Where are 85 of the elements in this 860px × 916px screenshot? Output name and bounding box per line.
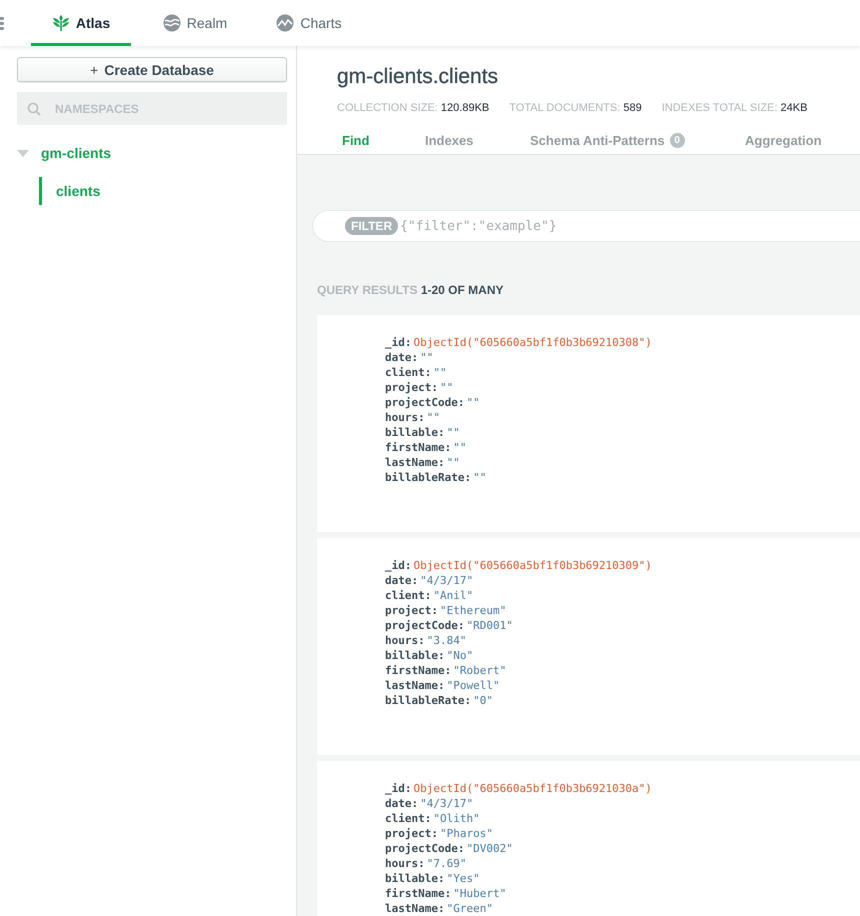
field-key: projectCode:	[385, 841, 464, 856]
field-key: _id:	[385, 558, 412, 573]
field-value: "Powell"	[446, 678, 500, 693]
field-key: client:	[385, 588, 432, 603]
field-value: "4/3/17"	[420, 796, 474, 811]
field-key: date:	[385, 796, 418, 811]
field-value: ObjectId("605660a5bf1f0b3b69210308")	[414, 335, 652, 350]
field-value: "RD001"	[466, 618, 513, 633]
stat-value: 120.89KB	[440, 102, 490, 114]
collection-title: gm-clients.clients	[337, 65, 500, 89]
field-value: "3.84"	[426, 633, 466, 648]
stat-value: 24KB	[780, 102, 808, 114]
database-item[interactable]: gm-clients	[41, 145, 112, 161]
field-key: date:	[385, 350, 418, 365]
field-key: billable:	[385, 648, 445, 663]
field-key: firstName:	[385, 440, 452, 455]
field-value: "No"	[446, 648, 474, 663]
field-value: ""	[433, 365, 447, 380]
field-key: project:	[385, 603, 438, 618]
field-value: "4/3/17"	[420, 573, 474, 588]
field-value: ""	[446, 455, 460, 470]
field-key: client:	[385, 365, 432, 380]
count-badge: 0	[670, 133, 685, 148]
field-value: "Yes"	[446, 871, 480, 886]
stat-value: 589	[623, 102, 642, 114]
collection-tab[interactable]: Aggregation	[745, 133, 860, 154]
chart-icon	[276, 14, 294, 32]
field-key: project:	[385, 826, 438, 841]
caret-icon[interactable]	[17, 150, 29, 156]
field-key: project:	[385, 380, 438, 395]
field-value: "Olith"	[433, 811, 480, 826]
field-value: "Ethereum"	[440, 603, 506, 618]
field-value: ""	[440, 380, 454, 395]
field-key: billableRate:	[385, 693, 472, 708]
field-value: "Anil"	[433, 588, 474, 603]
field-value: "Green"	[446, 901, 493, 916]
field-value: ObjectId("605660a5bf1f0b3b69210309")	[414, 558, 652, 573]
field-key: _id:	[385, 335, 412, 350]
field-key: hours:	[385, 410, 425, 425]
field-key: _id:	[385, 781, 412, 796]
field-key: client:	[385, 811, 432, 826]
leaf-icon	[52, 14, 70, 32]
menu-icon[interactable]	[0, 16, 4, 30]
field-value: ""	[453, 440, 466, 455]
field-value: "DV002"	[466, 841, 513, 856]
field-key: billable:	[385, 871, 445, 886]
collection-tab[interactable]: Find	[342, 133, 420, 154]
field-key: hours:	[385, 633, 425, 648]
stat-label: TOTAL DOCUMENTS:	[509, 102, 620, 114]
field-value: "7.69"	[426, 856, 466, 871]
results-range: 1-20 OF MANY	[420, 283, 504, 297]
waves-icon	[162, 14, 181, 32]
field-value: ""	[426, 410, 440, 425]
collection-tab[interactable]: Schema Anti-Patterns 0	[530, 133, 740, 154]
results-label: QUERY RESULTS	[317, 283, 418, 297]
field-key: lastName:	[385, 455, 445, 470]
collection-item[interactable]: clients	[39, 177, 286, 205]
field-key: projectCode:	[385, 395, 464, 410]
field-value: ""	[466, 395, 480, 410]
field-value: "Pharos"	[440, 826, 493, 841]
filter-field[interactable]: FILTER {"filter":"example"}	[312, 210, 860, 242]
stat-label: INDEXES TOTAL SIZE:	[662, 102, 778, 114]
search-icon	[27, 102, 41, 116]
field-value: "Hubert"	[453, 886, 506, 901]
field-value: ""	[420, 350, 434, 365]
field-value: ""	[446, 425, 460, 440]
field-key: firstName:	[385, 663, 452, 678]
field-value: "0"	[473, 693, 493, 708]
field-key: lastName:	[385, 678, 445, 693]
field-key: hours:	[385, 856, 425, 871]
field-value: ObjectId("605660a5bf1f0b3b6921030a")	[414, 781, 652, 796]
field-key: billable:	[385, 425, 445, 440]
field-value: ""	[473, 470, 486, 485]
field-value: "Robert"	[453, 663, 506, 678]
field-key: date:	[385, 573, 418, 588]
field-key: firstName:	[385, 886, 452, 901]
filter-label: FILTER	[345, 217, 398, 235]
nav-tab[interactable]: Charts	[259, 0, 359, 46]
field-key: billableRate:	[385, 470, 472, 485]
field-key: lastName:	[385, 901, 445, 916]
nav-tab[interactable]: Realm	[145, 0, 245, 46]
field-key: projectCode:	[385, 618, 464, 633]
create-database-button[interactable]: + Create Database	[17, 57, 287, 82]
collection-tab[interactable]: Indexes	[425, 133, 525, 154]
stat-label: COLLECTION SIZE:	[337, 102, 438, 114]
